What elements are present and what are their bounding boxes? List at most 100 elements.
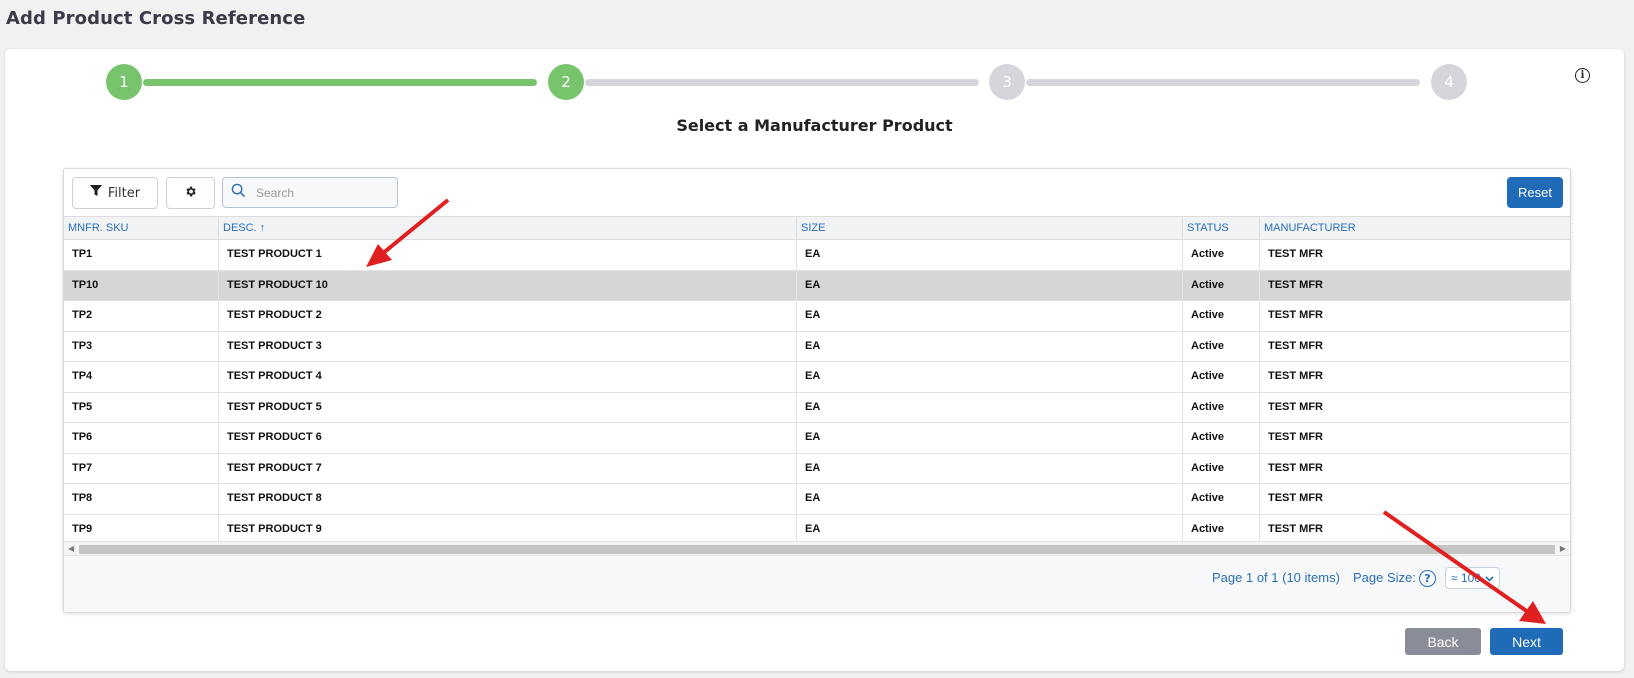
cell-sku: TP9: [64, 514, 219, 544]
cell-status: Active: [1183, 514, 1260, 544]
page-info: Page 1 of 1 (10 items): [1212, 570, 1340, 585]
cell-status: Active: [1183, 423, 1260, 453]
cell-desc: TEST PRODUCT 7: [219, 453, 797, 483]
cell-status: Active: [1183, 484, 1260, 514]
search-box: [222, 177, 398, 208]
reset-button[interactable]: Reset: [1507, 177, 1563, 208]
step-3[interactable]: 3: [989, 64, 1025, 100]
column-header-mnfr-sku[interactable]: MNFR. SKU: [64, 217, 219, 239]
step-2[interactable]: 2: [548, 64, 584, 100]
cell-desc: TEST PRODUCT 10: [219, 270, 797, 300]
cell-desc: TEST PRODUCT 1: [219, 240, 797, 270]
cell-manufacturer: TEST MFR: [1268, 492, 1323, 504]
column-header-size[interactable]: SIZE: [797, 217, 1183, 239]
filter-label: Filter: [107, 185, 141, 201]
cell-status: Active: [1183, 362, 1260, 392]
back-button[interactable]: Back: [1405, 628, 1481, 655]
cell-sku: TP8: [64, 484, 219, 514]
page-size-label: Page Size:: [1353, 570, 1416, 585]
column-header-status[interactable]: STATUS: [1183, 217, 1260, 239]
cell-status: Active: [1183, 453, 1260, 483]
gear-icon: [184, 184, 197, 202]
cell-manufacturer: TEST MFR: [1268, 461, 1323, 474]
cell-status: Active: [1183, 270, 1260, 300]
cell-sku: TP10: [64, 270, 219, 300]
cell-sku: TP5: [64, 392, 219, 422]
cell-desc: TEST PRODUCT 3: [219, 331, 797, 361]
cell-sku: TP2: [64, 301, 219, 331]
table-row[interactable]: TP1 TEST PRODUCT 1 EA Active TEST MFR: [64, 240, 1570, 271]
table-row[interactable]: TP3 TEST PRODUCT 3 EA Active TEST MFR: [64, 331, 1570, 362]
cell-manufacturer: TEST MFR: [1268, 278, 1323, 291]
table-row[interactable]: TP5 TEST PRODUCT 5 EA Active TEST MFR: [64, 392, 1570, 423]
cell-size: EA: [797, 362, 1183, 392]
cell-manufacturer: TEST MFR: [1268, 309, 1323, 321]
cell-desc: TEST PRODUCT 6: [219, 423, 797, 453]
cell-desc: TEST PRODUCT 5: [219, 392, 797, 422]
page-size-value: ≈ 100: [1451, 571, 1481, 585]
cell-size: EA: [797, 331, 1183, 361]
search-input[interactable]: [256, 185, 386, 200]
scroll-left-icon[interactable]: ◀: [68, 542, 74, 556]
scroll-right-icon[interactable]: ▶: [1560, 542, 1566, 556]
step-connector-3-4: [1026, 79, 1420, 86]
cell-size: EA: [797, 392, 1183, 422]
column-header-manufacturer[interactable]: MANUFACTURER: [1260, 217, 1570, 239]
horizontal-scrollbar[interactable]: ◀ ▶: [64, 541, 1570, 555]
cell-sku: TP6: [64, 423, 219, 453]
chevron-down-icon: [1485, 571, 1494, 585]
step-4[interactable]: 4: [1431, 64, 1467, 100]
grid-body: TP1 TEST PRODUCT 1 EA Active TEST MFR TP…: [64, 240, 1570, 545]
next-button[interactable]: Next: [1490, 628, 1563, 655]
column-header-desc[interactable]: DESC. ↑: [219, 217, 797, 239]
cell-manufacturer: TEST MFR: [1268, 370, 1323, 382]
cell-desc: TEST PRODUCT 9: [219, 514, 797, 544]
page-size-select[interactable]: ≈ 100: [1445, 567, 1500, 589]
scrollbar-thumb[interactable]: [79, 545, 1555, 554]
filter-button[interactable]: Filter: [72, 177, 158, 209]
cell-status: Active: [1183, 240, 1260, 270]
table-row[interactable]: TP4 TEST PRODUCT 4 EA Active TEST MFR: [64, 362, 1570, 393]
cell-size: EA: [797, 514, 1183, 544]
cell-manufacturer: TEST MFR: [1268, 431, 1323, 443]
cell-sku: TP4: [64, 362, 219, 392]
cell-manufacturer: TEST MFR: [1268, 248, 1323, 260]
table-row[interactable]: TP8 TEST PRODUCT 8 EA Active TEST MFR: [64, 484, 1570, 515]
grid-header: MNFR. SKU DESC. ↑ SIZE STATUS MANUFACTUR…: [64, 216, 1570, 240]
info-icon[interactable]: i: [1575, 68, 1590, 83]
product-grid: Filter Reset MNFR. SKU DESC. ↑ SIZE STAT…: [63, 168, 1571, 613]
filter-icon: [89, 185, 102, 201]
cell-manufacturer: TEST MFR: [1268, 400, 1323, 413]
table-row-selected[interactable]: TP10 TEST PRODUCT 10 EA Active TEST MFR: [64, 270, 1570, 301]
cell-size: EA: [797, 453, 1183, 483]
grid-pager: Page 1 of 1 (10 items) Page Size: ? ≈ 10…: [64, 555, 1570, 612]
cell-desc: TEST PRODUCT 8: [219, 484, 797, 514]
table-row[interactable]: TP6 TEST PRODUCT 6 EA Active TEST MFR: [64, 423, 1570, 454]
step-title: Select a Manufacturer Product: [676, 116, 953, 135]
cell-desc: TEST PRODUCT 4: [219, 362, 797, 392]
cell-status: Active: [1183, 331, 1260, 361]
cell-desc: TEST PRODUCT 2: [219, 301, 797, 331]
table-row[interactable]: TP7 TEST PRODUCT 7 EA Active TEST MFR: [64, 453, 1570, 484]
cell-sku: TP1: [64, 240, 219, 270]
help-icon[interactable]: ?: [1419, 570, 1436, 587]
cell-size: EA: [797, 484, 1183, 514]
cell-sku: TP3: [64, 331, 219, 361]
step-connector-2-3: [585, 79, 979, 86]
cell-status: Active: [1183, 392, 1260, 422]
cell-manufacturer: TEST MFR: [1268, 339, 1323, 352]
table-row[interactable]: TP2 TEST PRODUCT 2 EA Active TEST MFR: [64, 301, 1570, 332]
wizard-card: 1 2 3 4 i Select a Manufacturer Product …: [5, 49, 1624, 671]
grid-toolbar: Filter Reset: [64, 169, 1570, 219]
cell-status: Active: [1183, 301, 1260, 331]
search-icon: [231, 183, 246, 202]
cell-size: EA: [797, 270, 1183, 300]
cell-size: EA: [797, 423, 1183, 453]
cell-size: EA: [797, 240, 1183, 270]
step-1[interactable]: 1: [106, 64, 142, 100]
step-connector-1-2: [143, 79, 537, 86]
cell-sku: TP7: [64, 453, 219, 483]
page-title: Add Product Cross Reference: [6, 8, 306, 29]
cell-manufacturer: TEST MFR: [1268, 522, 1323, 535]
settings-button[interactable]: [166, 177, 215, 209]
